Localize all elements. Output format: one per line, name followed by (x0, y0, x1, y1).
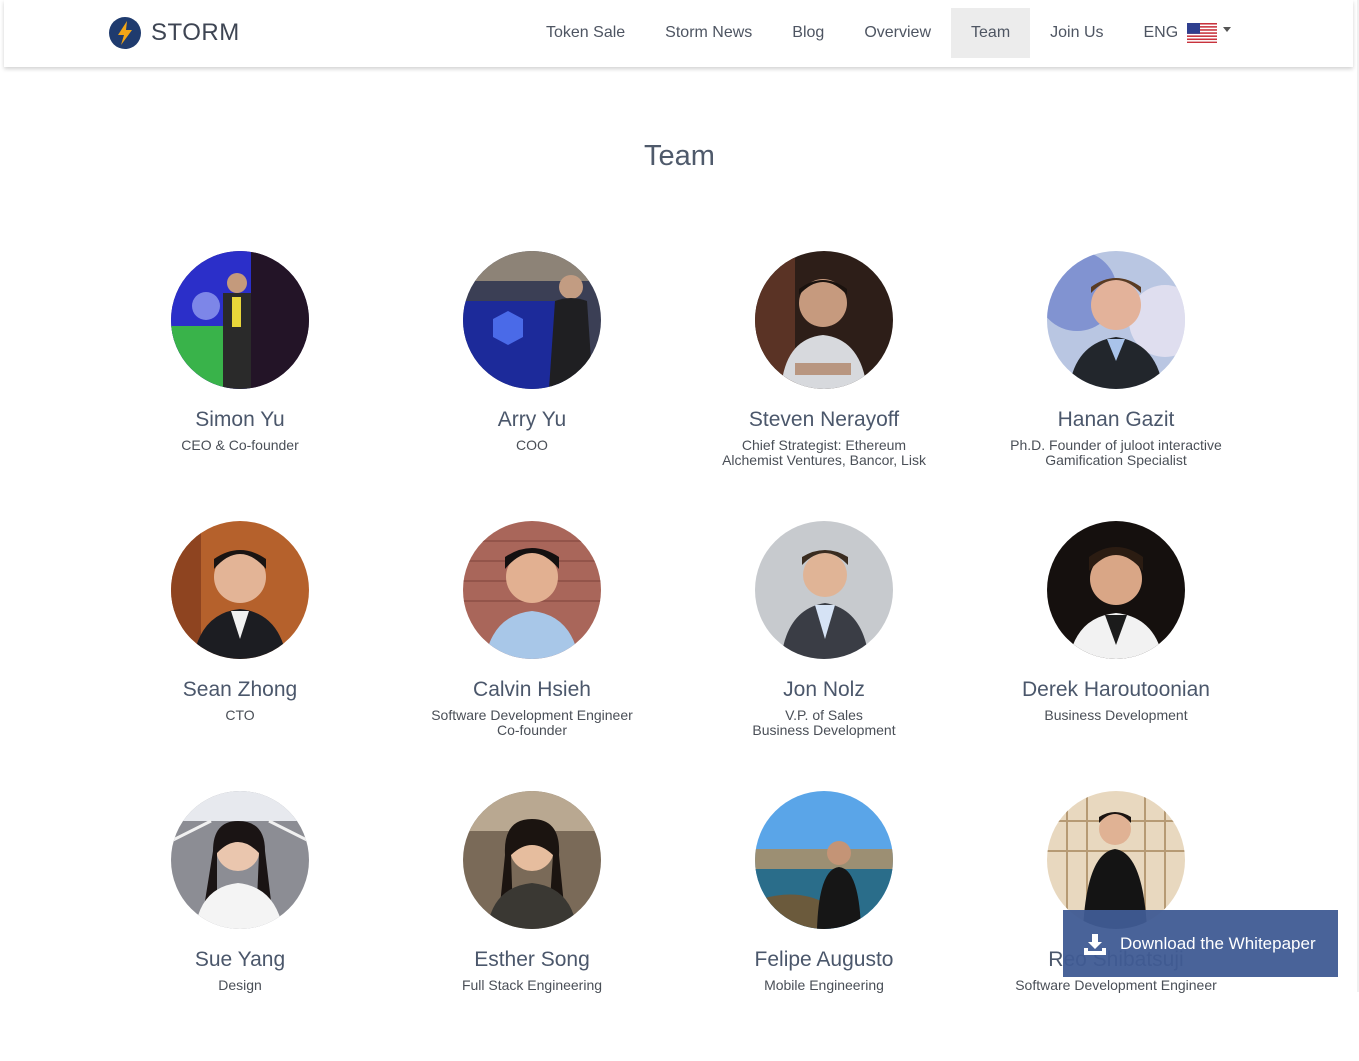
team-member-card: Simon Yu CEO & Co-founder (94, 251, 386, 521)
member-name: Hanan Gazit (1057, 408, 1175, 431)
member-photo (755, 521, 893, 659)
nav-storm-news[interactable]: Storm News (645, 8, 772, 58)
member-name: Arry Yu (497, 408, 567, 431)
member-photo (755, 791, 893, 929)
member-photo (1047, 521, 1185, 659)
brand-logo[interactable]: STORM (108, 16, 240, 50)
us-flag-icon (1187, 23, 1218, 43)
member-photo (171, 791, 309, 929)
member-role: V.P. of Sales Business Development (752, 707, 896, 738)
nav-token-sale[interactable]: Token Sale (526, 8, 645, 58)
member-name: Felipe Augusto (754, 948, 894, 971)
member-name: Steven Nerayoff (748, 408, 900, 431)
team-member-card: Felipe Augusto Mobile Engineering (678, 791, 970, 1061)
member-name: Calvin Hsieh (473, 678, 591, 701)
member-photo (1047, 251, 1185, 389)
member-name: Simon Yu (195, 408, 285, 431)
member-photo (1047, 791, 1185, 929)
nav-team[interactable]: Team (951, 8, 1031, 58)
nav-blog[interactable]: Blog (772, 8, 844, 58)
language-selector[interactable]: ENG (1124, 8, 1232, 58)
team-member-card: Esther Song Full Stack Engineering (386, 791, 678, 1061)
team-member-card: Hanan Gazit Ph.D. Founder of juloot inte… (970, 251, 1262, 521)
member-name: Sean Zhong (182, 678, 298, 701)
member-photo (463, 791, 601, 929)
member-name: Jon Nolz (783, 678, 865, 701)
member-role: Mobile Engineering (764, 977, 884, 993)
member-role: Business Development (1044, 707, 1188, 723)
member-role: Design (218, 977, 262, 993)
member-role: COO (516, 437, 548, 453)
top-navbar: STORM Token Sale Storm News Blog Overvie… (4, 0, 1353, 67)
team-member-card: Calvin Hsieh Software Development Engine… (386, 521, 678, 791)
member-role: Ph.D. Founder of juloot interactive Gami… (1010, 437, 1222, 468)
member-photo (755, 251, 893, 389)
nav-join-us[interactable]: Join Us (1030, 8, 1123, 58)
team-member-card: Jon Nolz V.P. of Sales Business Developm… (678, 521, 970, 791)
page-title: Team (644, 140, 715, 172)
download-whitepaper-label: Download the Whitepaper (1120, 933, 1316, 953)
team-member-card: Arry Yu COO (386, 251, 678, 521)
chevron-down-icon (1223, 26, 1232, 32)
member-name: Sue Yang (194, 948, 286, 971)
lightning-bolt-logo-icon (109, 17, 141, 49)
member-photo (463, 251, 601, 389)
main-nav: Token Sale Storm News Blog Overview Team… (526, 8, 1232, 58)
member-role: Software Development Engineer Co-founder (431, 707, 633, 738)
member-role: Software Development Engineer (1015, 977, 1217, 993)
team-member-card: Sue Yang Design (94, 791, 386, 1061)
member-role: Chief Strategist: Ethereum Alchemist Ven… (722, 437, 926, 468)
member-photo (171, 251, 309, 389)
member-photo (171, 521, 309, 659)
team-member-card: Sean Zhong CTO (94, 521, 386, 791)
team-member-card: Derek Haroutoonian Business Development (970, 521, 1262, 791)
download-icon (1084, 933, 1106, 955)
member-role: CTO (225, 707, 255, 723)
member-name: Derek Haroutoonian (1022, 678, 1210, 701)
member-photo (463, 521, 601, 659)
download-whitepaper-button[interactable]: Download the Whitepaper (1063, 910, 1338, 977)
brand-name: STORM (151, 19, 240, 46)
nav-overview[interactable]: Overview (844, 8, 951, 58)
member-role: Full Stack Engineering (461, 977, 603, 993)
member-role: CEO & Co-founder (181, 437, 299, 453)
team-member-card: Steven Nerayoff Chief Strategist: Ethere… (678, 251, 970, 521)
member-name: Esther Song (474, 948, 590, 971)
language-code: ENG (1143, 24, 1179, 41)
